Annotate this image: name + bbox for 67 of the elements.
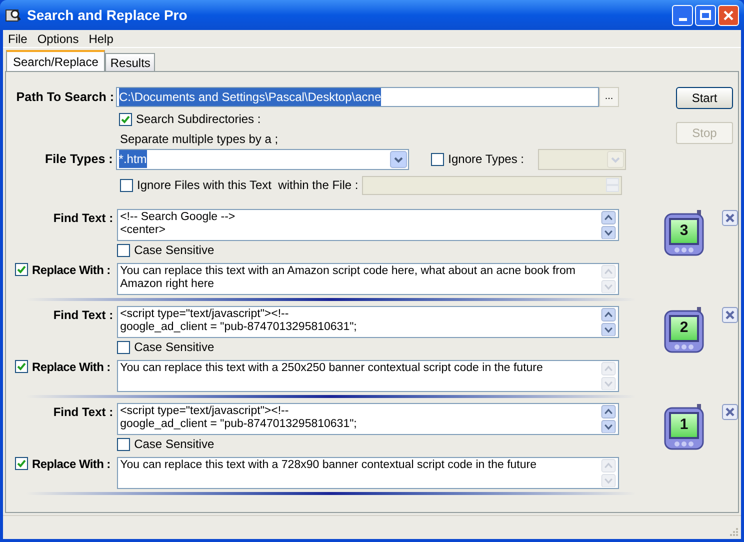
find-text-line: <center> (120, 224, 166, 237)
scroll-down-icon[interactable] (601, 322, 616, 336)
scroll-up-icon[interactable] (601, 405, 616, 418)
case-sensitive-label[interactable]: Case Sensitive (134, 338, 214, 356)
find-text-line: <!-- Search Google --> (120, 211, 236, 224)
ignore-files-label[interactable]: Ignore Files with this Text within the File : (137, 176, 358, 194)
close-icon[interactable] (722, 210, 738, 226)
replace-text: You can replace this text with an Amazon script code here, what about an acne book from Amazon right here (119, 264, 576, 292)
checkbox[interactable] (431, 152, 444, 166)
find-text-label: Find Text : (53, 307, 114, 324)
menu-item[interactable]: Options (32, 30, 84, 48)
scroll-up-icon[interactable] (601, 211, 616, 224)
find-text-line: <script type="text/javascript"><!-- (120, 308, 289, 321)
replace-text: You can replace this text with a 728x90 banner contextual script code in the future (119, 458, 538, 473)
find-text-field[interactable]: <script type="text/javascript"><!-- google_ad_client = "pub-8747013295810631"; (117, 306, 619, 338)
find-text-label: Find Text : (53, 404, 114, 421)
close-icon[interactable] (722, 307, 738, 323)
tab[interactable]: Search/Replace (6, 50, 106, 71)
replace-with-label: Replace With : (32, 457, 110, 471)
replace-checkbox[interactable] (15, 457, 28, 470)
minimize-button[interactable] (672, 4, 693, 26)
case-sensitive-checkbox[interactable] (117, 244, 130, 256)
find-text-label: Find Text : (53, 210, 114, 227)
start-button[interactable]: Start (676, 87, 733, 109)
path-field[interactable]: C:\Documents and Settings\Pascal\Desktop\acne (116, 87, 599, 107)
replace-with-label: Replace With : (32, 263, 110, 277)
file-types-label: File Types : (44, 150, 114, 168)
replace-checkbox[interactable] (15, 360, 28, 373)
replace-checkbox[interactable] (15, 263, 28, 276)
menu-item[interactable]: Help (84, 30, 118, 48)
maximize-button[interactable] (695, 4, 716, 26)
close-x-icon (723, 10, 734, 20)
case-sensitive-checkbox[interactable] (117, 438, 130, 450)
search-subdirectories-label[interactable]: Search Subdirectories : (136, 110, 261, 128)
find-text-line: google_ad_client = "pub-8747013295810631"; (120, 321, 357, 334)
app-icon (5, 7, 21, 23)
case-sensitive-checkbox[interactable] (117, 340, 130, 354)
resize-grip-icon[interactable] (729, 527, 739, 537)
menu-item[interactable]: File (3, 30, 32, 48)
browse-button[interactable]: ... (599, 87, 619, 107)
ignore-text-field[interactable] (362, 176, 622, 194)
rule-number: 2 (671, 317, 697, 340)
checkbox[interactable] (120, 178, 133, 192)
find-text-field[interactable]: <script type="text/javascript"><!-- google_ad_client = "pub-8747013295810631"; (117, 403, 619, 435)
path-value: C:\Documents and Settings\Pascal\Desktop\acne (119, 88, 382, 106)
close-button[interactable] (718, 4, 739, 26)
rule-number: 3 (671, 220, 697, 243)
close-icon[interactable] (722, 404, 738, 420)
find-text-line: google_ad_client = "pub-8747013295810631"; (120, 418, 357, 431)
replace-text: You can replace this text with a 250x250 banner contextual script code in the future (119, 361, 544, 376)
scroll-down-icon[interactable] (601, 420, 616, 433)
tab[interactable]: Results (105, 53, 156, 71)
find-text-field[interactable]: <!-- Search Google --> <center> (117, 209, 619, 241)
file-types-value: *.htm (118, 150, 147, 168)
scroll-up-icon[interactable] (601, 308, 616, 322)
checkbox[interactable] (119, 112, 132, 126)
case-sensitive-label[interactable]: Case Sensitive (134, 435, 214, 453)
ignore-types-label[interactable]: Ignore Types : (448, 150, 524, 168)
window-title: Search and Replace Pro (27, 6, 188, 25)
replace-with-label: Replace With : (32, 360, 110, 374)
path-label: Path To Search : (15, 88, 115, 106)
scroll-down-icon[interactable] (601, 226, 616, 239)
rule-number: 1 (671, 414, 697, 437)
file-types-combo[interactable]: *.htm (116, 148, 410, 170)
case-sensitive-label[interactable]: Case Sensitive (134, 241, 214, 259)
hint-text: Separate multiple types by a ; (120, 132, 278, 146)
find-text-line: <script type="text/javascript"><!-- (120, 405, 289, 418)
